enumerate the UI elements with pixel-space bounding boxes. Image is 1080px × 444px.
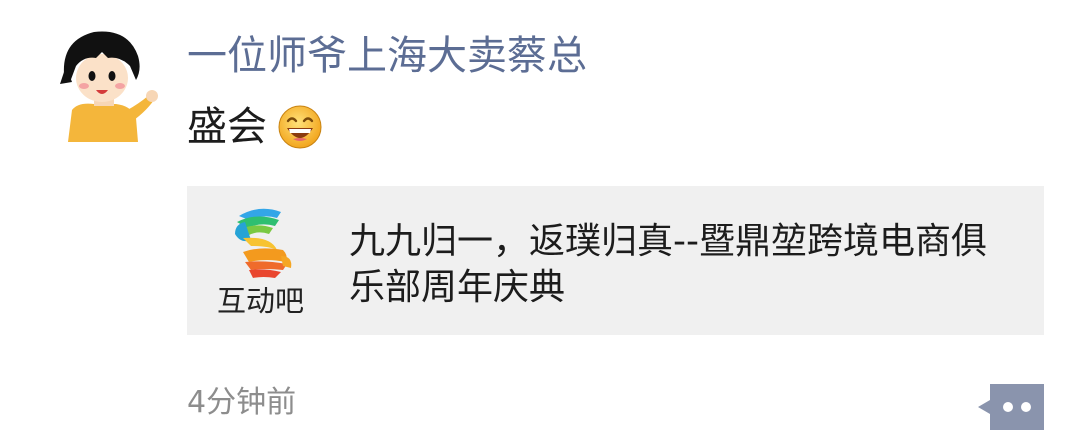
more-actions-icon (978, 384, 1044, 430)
shared-link-card[interactable]: 互动吧 九九归一，返璞归真--暨鼎堃跨境电商俱乐部周年庆典 (187, 186, 1044, 335)
timestamp: 4分钟前 (187, 385, 297, 420)
source-logo: 互动吧 (217, 206, 307, 318)
post-text: 盛会 (187, 100, 323, 154)
author-name[interactable]: 一位师爷上海大卖蔡总 (187, 30, 587, 82)
hudongba-hand-logo-icon (235, 208, 292, 278)
avatar[interactable] (50, 22, 160, 142)
link-title: 九九归一，返璞归真--暨鼎堃跨境电商俱乐部周年庆典 (349, 221, 987, 308)
grinning-face-emoji-icon (277, 104, 323, 150)
post-body: 盛会 (187, 104, 267, 150)
source-name: 互动吧 (217, 284, 305, 318)
more-actions-button[interactable] (978, 384, 1044, 430)
cartoon-girl-avatar-icon (60, 31, 158, 142)
